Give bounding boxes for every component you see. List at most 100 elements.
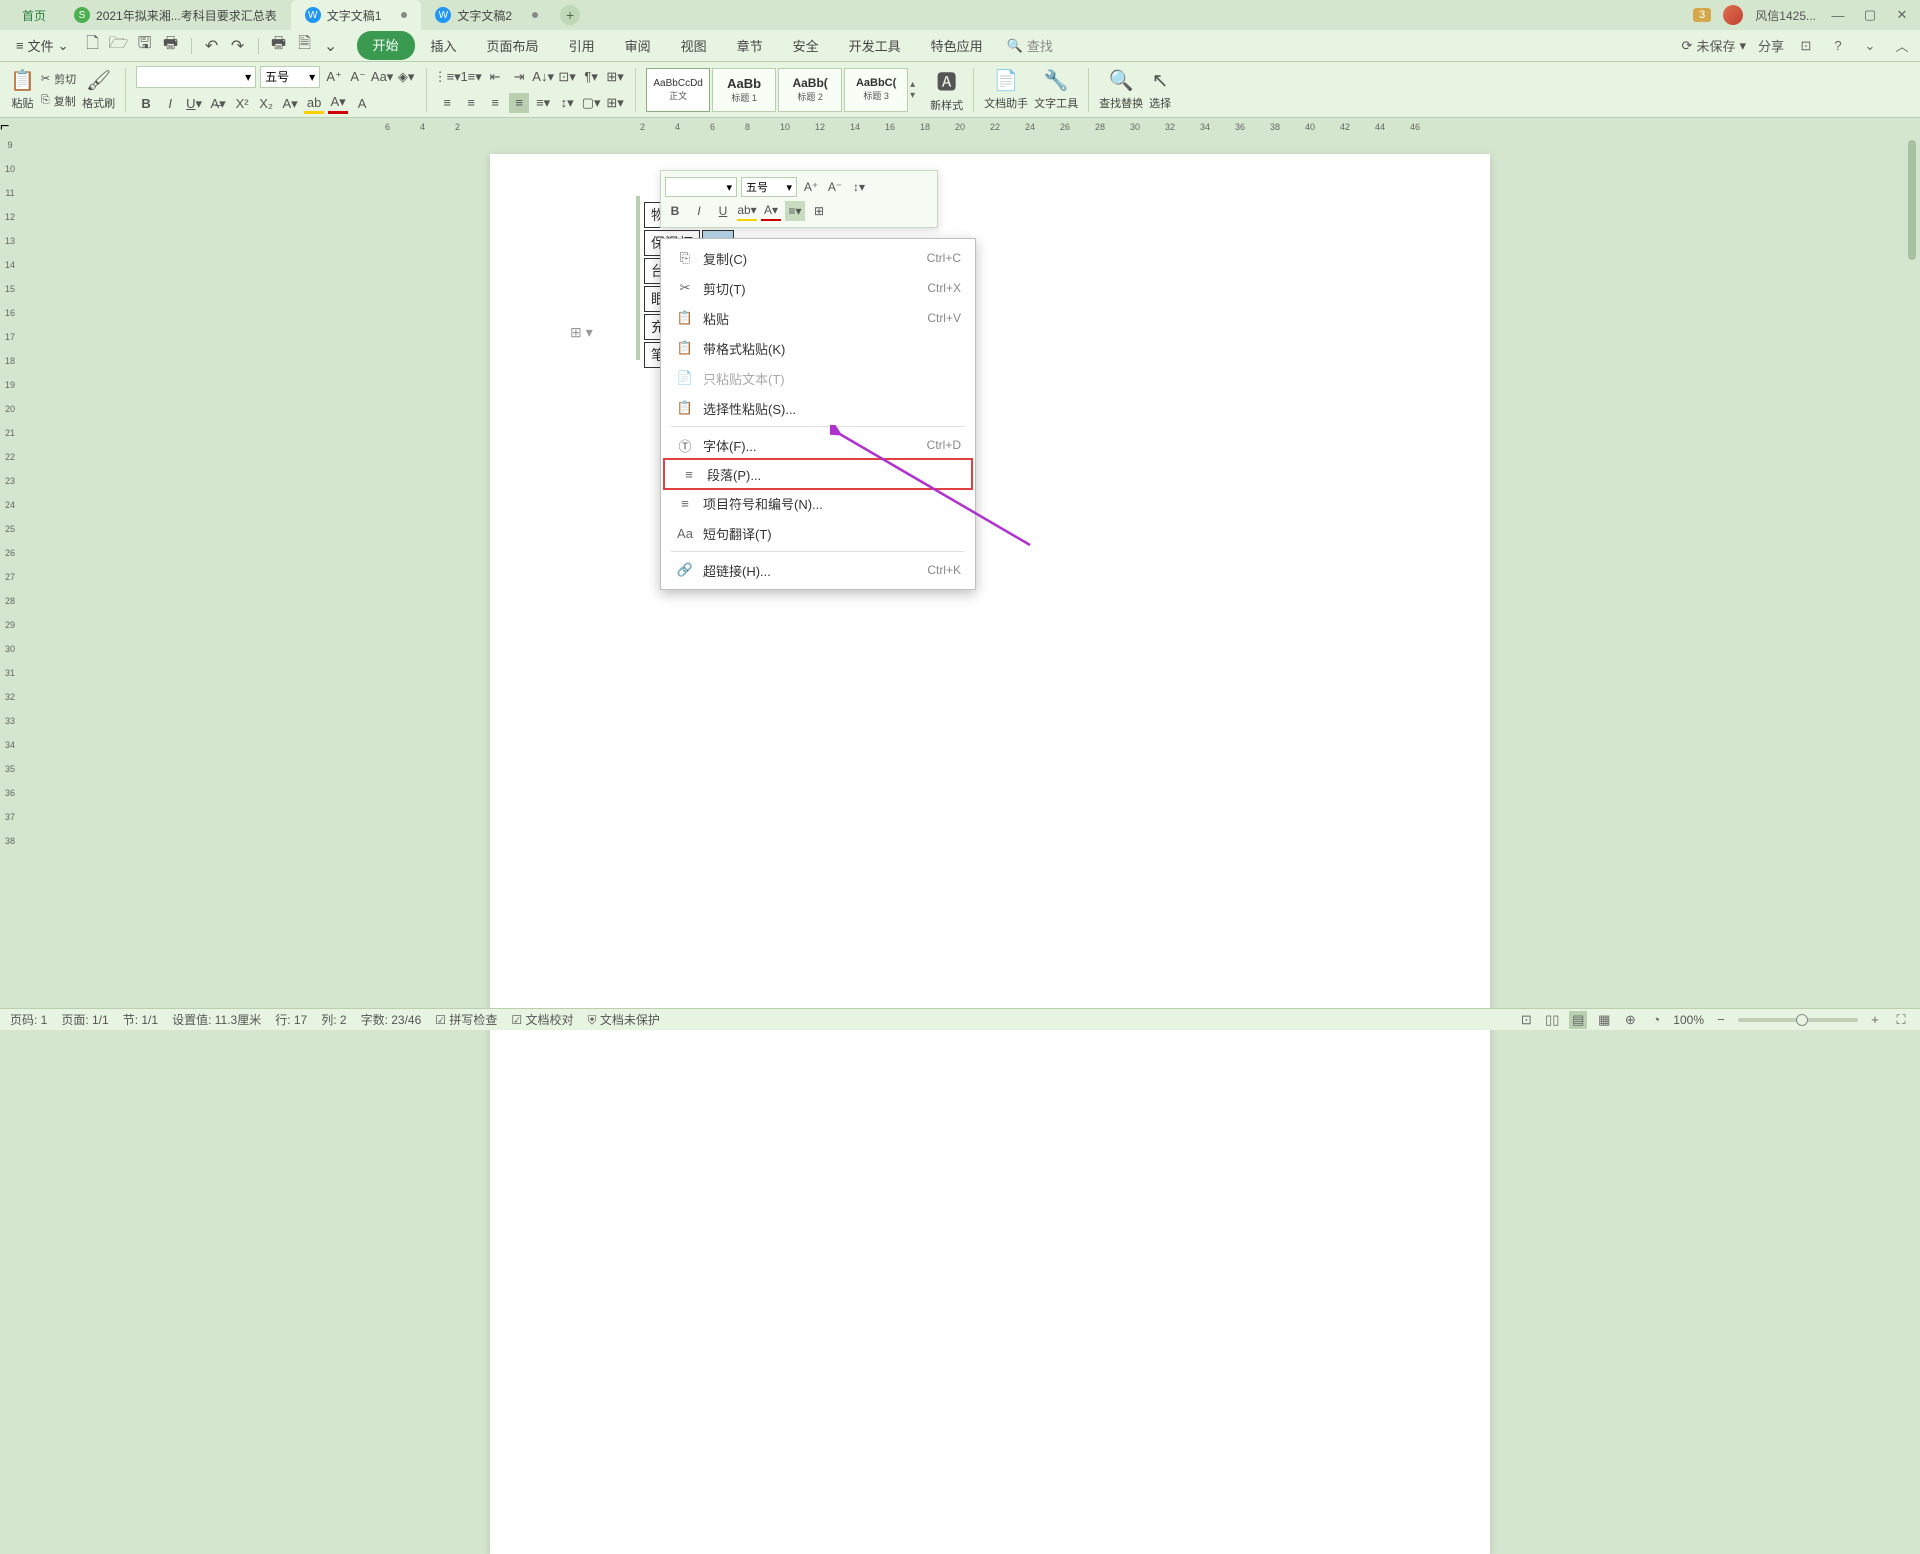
mini-line-spacing-icon[interactable]: ↕▾ [849, 177, 869, 197]
undo-icon[interactable]: ↶ [202, 36, 222, 56]
mini-grow-font-icon[interactable]: A⁺ [801, 177, 821, 197]
text-effect-icon[interactable]: A▾ [280, 94, 300, 114]
mini-highlight-icon[interactable]: ab▾ [737, 201, 757, 221]
dropdown-side-icon[interactable]: ▾ [586, 324, 593, 341]
shading-icon[interactable]: A [352, 94, 372, 114]
size-select[interactable]: 五号▾ [260, 66, 320, 88]
cut-button[interactable]: ✂ 剪切 [41, 71, 76, 87]
ctx-item[interactable]: ≡段落(P)... [663, 458, 973, 490]
bullets-icon[interactable]: ⋮≡▾ [437, 67, 457, 87]
menu-tab-review[interactable]: 审阅 [611, 31, 665, 60]
doc-helper-button[interactable]: 📄文档助手 [984, 68, 1028, 111]
view-mode-2-icon[interactable]: ▯▯ [1543, 1011, 1561, 1029]
font-color-icon[interactable]: A▾ [328, 94, 348, 114]
copy-button[interactable]: ⎘ 复制 [41, 93, 76, 109]
collapse-ribbon-icon[interactable]: ︿ [1892, 36, 1912, 56]
format-painter-button[interactable]: 🖌格式刷 [82, 68, 115, 111]
italic-icon[interactable]: I [160, 94, 180, 114]
redo-icon[interactable]: ↷ [228, 36, 248, 56]
view-mode-1-icon[interactable]: ⊡ [1517, 1011, 1535, 1029]
unsaved-status[interactable]: ⟳ 未保存 ▾ [1682, 36, 1746, 55]
subscript-icon[interactable]: X₂ [256, 94, 276, 114]
tab-doc3[interactable]: W 文字文稿2 [421, 0, 552, 30]
ruler-v[interactable]: 9101112131415161718192021222324252627282… [0, 136, 20, 1010]
style-h1[interactable]: AaBb标题 1 [712, 68, 776, 112]
preview-icon[interactable]: 🗎 [295, 36, 315, 56]
file-menu[interactable]: ≡ 文件 ⌄ [8, 36, 77, 55]
new-icon[interactable]: 🗋 [83, 36, 103, 56]
status-spell[interactable]: ☑ 拼写检查 [435, 1011, 497, 1028]
view-web-icon[interactable]: ⊕ [1621, 1011, 1639, 1029]
maximize-button[interactable]: ▢ [1860, 5, 1880, 25]
menu-tab-ref[interactable]: 引用 [555, 31, 609, 60]
align-justify-icon[interactable]: ≡ [509, 93, 529, 113]
numbering-icon[interactable]: 1≡▾ [461, 67, 481, 87]
zoom-out-icon[interactable]: − [1712, 1011, 1730, 1029]
zoom-value[interactable]: 100% [1673, 1013, 1704, 1027]
menu-tab-special[interactable]: 特色应用 [917, 31, 997, 60]
help-icon[interactable]: ? [1828, 36, 1848, 56]
ribbon-more-icon[interactable]: ⌄ [1860, 36, 1880, 56]
ctx-item[interactable]: ✂剪切(T)Ctrl+X [661, 273, 975, 303]
print-icon[interactable]: 🖶 [161, 36, 181, 56]
status-page[interactable]: 页面: 1/1 [61, 1011, 108, 1028]
ctx-item[interactable]: 🔗超链接(H)...Ctrl+K [661, 555, 975, 585]
border-top-icon[interactable]: ⊡▾ [557, 67, 577, 87]
add-tab-button[interactable]: + [560, 5, 580, 25]
ruler-h[interactable]: ⌐ 64224681012141618202224262830323436384… [0, 118, 1920, 136]
view-mode-4-icon[interactable]: ▦ [1595, 1011, 1613, 1029]
strike-icon[interactable]: A̶▾ [208, 94, 228, 114]
ctx-item[interactable]: Aa短句翻译(T) [661, 518, 975, 548]
save-icon[interactable]: 🖫 [135, 36, 155, 56]
status-words[interactable]: 字数: 23/46 [361, 1011, 422, 1028]
grow-font-icon[interactable]: A⁺ [324, 67, 344, 87]
mini-bold-icon[interactable]: B [665, 201, 685, 221]
styles-more-icon[interactable]: ▴▾ [910, 68, 924, 112]
menu-tab-insert[interactable]: 插入 [417, 31, 471, 60]
zoom-in-icon[interactable]: + [1866, 1011, 1884, 1029]
new-style-button[interactable]: 🅰新样式 [930, 66, 963, 113]
print2-icon[interactable]: 🖶 [269, 36, 289, 56]
align-left-icon[interactable]: ≡ [437, 93, 457, 113]
find-replace-button[interactable]: 🔍查找替换 [1099, 68, 1143, 111]
indent-inc-icon[interactable]: ⇥ [509, 67, 529, 87]
view-read-icon[interactable]: ◔ [1647, 1011, 1665, 1029]
avatar[interactable] [1723, 5, 1743, 25]
tab-home[interactable]: 首页 [8, 0, 60, 30]
menu-tab-view[interactable]: 视图 [667, 31, 721, 60]
status-protect[interactable]: ⛨ 文档未保护 [588, 1011, 660, 1028]
share-button[interactable]: 分享 [1758, 36, 1784, 55]
menu-tab-dev[interactable]: 开发工具 [835, 31, 915, 60]
tabs-icon[interactable]: ⊞▾ [605, 67, 625, 87]
align-right-icon[interactable]: ≡ [485, 93, 505, 113]
feedback-icon[interactable]: ⊡ [1796, 36, 1816, 56]
paste-button[interactable]: 📋粘贴 [10, 68, 35, 111]
fullscreen-icon[interactable]: ⛶ [1892, 1011, 1910, 1029]
status-proof[interactable]: ☑ 文档校对 [511, 1011, 573, 1028]
close-button[interactable]: ✕ [1892, 5, 1912, 25]
highlight-icon[interactable]: ab [304, 94, 324, 114]
open-icon[interactable]: 🗁 [109, 36, 129, 56]
mini-align-icon[interactable]: ≡▾ [785, 201, 805, 221]
fill-icon[interactable]: ▢▾ [581, 93, 601, 113]
menu-tab-security[interactable]: 安全 [779, 31, 833, 60]
select-button[interactable]: ↖选择 [1149, 68, 1171, 111]
search-box[interactable]: 🔍 查找 [1007, 36, 1053, 55]
mini-shrink-font-icon[interactable]: A⁻ [825, 177, 845, 197]
ctx-item[interactable]: 📋粘贴Ctrl+V [661, 303, 975, 333]
ctx-item[interactable]: ⎘复制(C)Ctrl+C [661, 243, 975, 273]
scrollbar-v[interactable] [1906, 136, 1918, 1008]
line-spacing-icon[interactable]: ↕▾ [557, 93, 577, 113]
menu-tab-layout[interactable]: 页面布局 [473, 31, 553, 60]
distribute-icon[interactable]: ≡▾ [533, 93, 553, 113]
show-marks-icon[interactable]: ¶▾ [581, 67, 601, 87]
indent-dec-icon[interactable]: ⇤ [485, 67, 505, 87]
mini-font-color-icon[interactable]: A▾ [761, 201, 781, 221]
insert-side-icon[interactable]: ⊞ [570, 324, 582, 341]
sort-icon[interactable]: A↓▾ [533, 67, 553, 87]
tab-doc2[interactable]: W 文字文稿1 [291, 0, 422, 30]
tab-doc1[interactable]: S 2021年拟来湘...考科目要求汇总表 [60, 0, 291, 30]
style-normal[interactable]: AaBbCcDd正文 [646, 68, 710, 112]
view-mode-3-icon[interactable]: ▤ [1569, 1011, 1587, 1029]
mini-size-select[interactable]: 五号▾ [741, 177, 797, 197]
